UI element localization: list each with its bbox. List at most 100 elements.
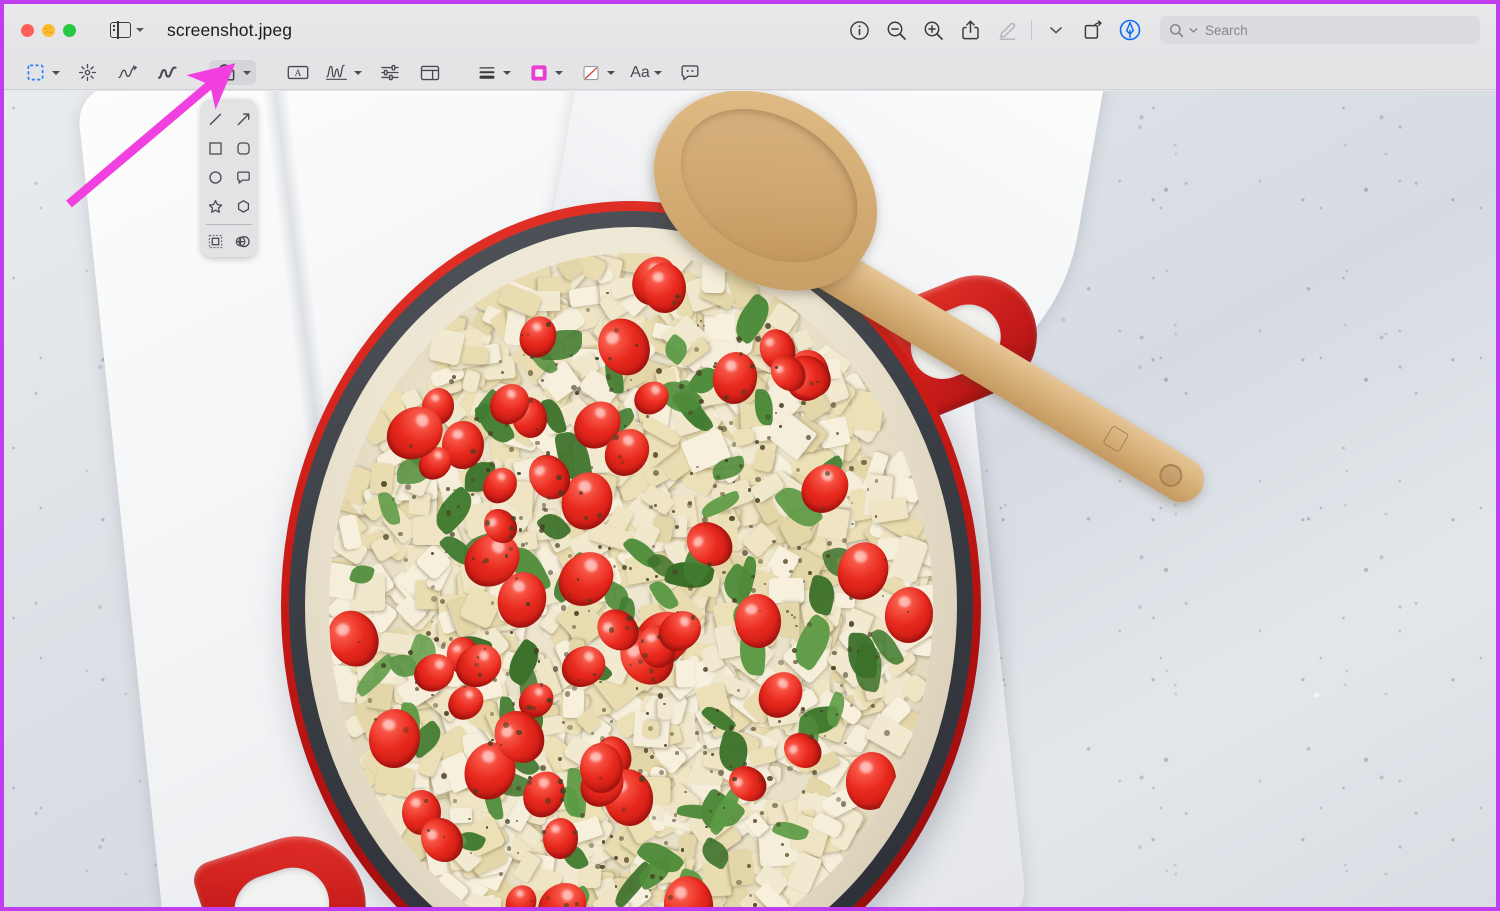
text-style-tool[interactable]: Aa [627, 61, 665, 85]
herb-speck [737, 688, 741, 692]
herb-speck [489, 460, 496, 467]
herb-speck [664, 840, 668, 845]
speech-bubble-icon [236, 171, 250, 184]
window-titlebar: screenshot.jpeg Search [4, 4, 1496, 56]
herb-speck [649, 873, 655, 879]
shapes-tool[interactable] [209, 60, 256, 85]
border-color-tool[interactable] [523, 61, 566, 85]
herb-speck [680, 848, 685, 852]
text-style-label: Aa [630, 63, 650, 81]
herb-speck [505, 672, 510, 677]
herb-speck [490, 601, 495, 605]
herb-speck [402, 727, 409, 733]
sketch-tool[interactable] [112, 61, 143, 85]
herb-speck [590, 732, 594, 735]
popover-divider [206, 224, 252, 225]
herb-speck [588, 599, 591, 602]
herb-speck [547, 697, 552, 703]
sidebar-toggle-button[interactable] [110, 21, 144, 39]
herb-speck [380, 662, 386, 668]
annotate-tool[interactable] [674, 61, 705, 85]
herb-speck [431, 693, 434, 697]
herb-speck [596, 512, 602, 518]
search-input[interactable]: Search [1160, 16, 1480, 44]
arrow-icon [237, 113, 249, 126]
markup-icon[interactable] [1111, 13, 1148, 47]
signature-tool[interactable] [322, 61, 365, 85]
selection-tool[interactable] [20, 61, 63, 85]
rounded-square-shape[interactable] [229, 134, 257, 163]
herb-speck [518, 527, 523, 532]
fill-color-tool[interactable] [575, 61, 618, 85]
shape-style-tool[interactable] [471, 61, 514, 85]
text-box-icon: A [287, 65, 308, 79]
adjust-size-tool[interactable] [414, 61, 445, 85]
herb-speck [430, 585, 435, 590]
herb-speck [570, 353, 573, 357]
herb-speck [531, 715, 535, 718]
herb-speck [609, 834, 613, 838]
line-icon [209, 113, 221, 126]
herb-speck [546, 322, 551, 327]
herb-speck [613, 855, 618, 860]
herb-speck [663, 702, 666, 706]
info-icon[interactable] [841, 13, 878, 47]
herb-speck [472, 556, 475, 560]
herb-speck [669, 731, 674, 736]
herb-speck [750, 726, 756, 732]
herb-speck [663, 743, 668, 747]
herb-speck [526, 602, 530, 606]
herb-speck [541, 829, 546, 835]
herb-speck [835, 712, 839, 717]
search-icon [1169, 23, 1184, 37]
chevron-down-icon [243, 70, 251, 75]
herb-speck [414, 686, 420, 691]
line-weight-icon [471, 61, 502, 85]
zoom-in-icon[interactable] [915, 13, 952, 47]
minimize-button[interactable] [42, 23, 55, 37]
zoom-button[interactable] [63, 23, 76, 37]
share-icon[interactable] [952, 13, 989, 47]
vegetable-piece [373, 763, 415, 798]
arrow-shape[interactable] [229, 105, 257, 134]
chevron-down-icon [607, 70, 615, 75]
herb-speck [518, 516, 523, 520]
close-button[interactable] [21, 23, 34, 37]
hexagon-shape[interactable] [229, 192, 257, 221]
herb-speck [595, 356, 599, 361]
highlight-mask-tool[interactable] [201, 227, 229, 256]
search-scope-chevron-icon [1189, 27, 1198, 33]
herb-speck [499, 872, 503, 876]
herb-speck [710, 770, 713, 773]
zoom-out-icon[interactable] [878, 13, 915, 47]
square-shape[interactable] [201, 134, 229, 163]
text-tool[interactable]: A [282, 61, 313, 85]
herb-speck [835, 796, 841, 802]
herb-speck [515, 577, 518, 580]
herb-speck [381, 480, 387, 487]
herb-speck [643, 747, 649, 753]
rotate-icon[interactable] [1074, 13, 1111, 47]
draw-tool[interactable] [152, 61, 183, 85]
highlight-options-chevron[interactable] [1037, 13, 1074, 47]
speech-bubble-shape[interactable] [229, 163, 257, 192]
instant-alpha-tool[interactable] [72, 61, 103, 85]
herb-speck [567, 724, 573, 731]
line-shape[interactable] [201, 105, 229, 134]
star-shape[interactable] [201, 192, 229, 221]
herb-speck [404, 558, 408, 562]
speech-bubble-icon [681, 64, 698, 80]
loupe-tool[interactable] [229, 227, 257, 256]
circle-shape[interactable] [201, 163, 229, 192]
adjust-color-tool[interactable] [374, 61, 405, 85]
herb-speck [484, 520, 491, 526]
herb-speck [753, 902, 758, 907]
text-style-icon: Aa [627, 61, 653, 85]
shapes-popover[interactable] [201, 99, 257, 257]
highlight-pen-icon[interactable] [989, 13, 1026, 47]
herb-speck [683, 790, 687, 794]
herb-speck [425, 631, 431, 637]
loupe-icon [235, 235, 250, 248]
chevron-down-icon [354, 70, 362, 75]
herb-speck [560, 605, 567, 611]
